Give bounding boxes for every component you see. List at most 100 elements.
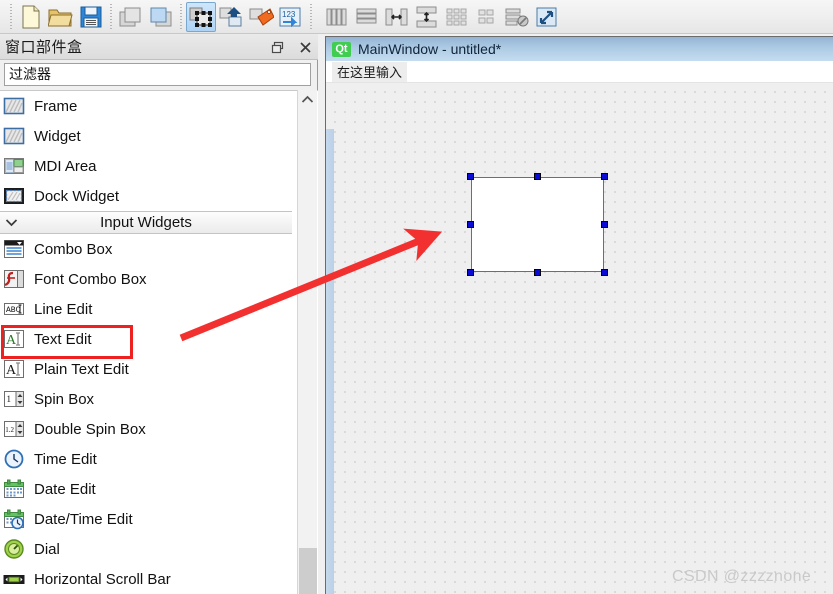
mdi-area-icon xyxy=(4,158,24,174)
scrollbar-thumb[interactable] xyxy=(299,548,317,594)
list-item-label: Combo Box xyxy=(34,240,113,258)
layout-vertical-icon xyxy=(356,8,377,23)
edit-widgets-icon xyxy=(189,7,212,27)
widget-box-dock: 窗口部件盒 过滤器 Frame Widget MDI Area Dock Wid… xyxy=(0,34,318,594)
list-item-plain-text-edit[interactable]: A Plain Text Edit xyxy=(0,354,296,384)
horizontal-scroll-bar-icon xyxy=(3,575,25,584)
list-item-text-edit[interactable]: A Text Edit xyxy=(0,324,296,359)
float-restore-button[interactable] xyxy=(268,38,286,56)
combo-box-icon xyxy=(4,240,24,258)
layout-splitter-v-button[interactable] xyxy=(412,2,442,32)
adjust-size-button[interactable] xyxy=(532,2,562,32)
list-item-dial[interactable]: Dial xyxy=(0,534,296,564)
redo-button[interactable] xyxy=(146,2,176,32)
section-title: Input Widgets xyxy=(100,214,192,231)
frame-icon xyxy=(3,97,25,115)
edit-tab-order-button[interactable]: 123 xyxy=(276,2,306,32)
layout-grid-button[interactable] xyxy=(472,2,502,32)
list-item-label: Double Spin Box xyxy=(34,420,146,438)
save-disk-icon xyxy=(80,6,102,27)
list-item-horizontal-scroll-bar[interactable]: Horizontal Scroll Bar xyxy=(0,564,296,594)
splitter-horizontal-icon xyxy=(385,8,408,25)
list-item-label: Text Edit xyxy=(34,330,92,348)
list-item-dock-widget[interactable]: Dock Widget xyxy=(0,181,296,211)
menu-type-here-placeholder[interactable]: 在这里输入 xyxy=(332,61,408,82)
form-menubar[interactable]: 在这里输入 xyxy=(326,61,833,83)
redo-stack-icon xyxy=(150,7,172,26)
undo-button[interactable] xyxy=(116,2,146,32)
list-item-label: Dock Widget xyxy=(34,187,120,205)
spin-box-icon: 1 xyxy=(4,391,24,407)
selected-text-edit-widget[interactable] xyxy=(467,173,608,276)
layout-horizontally-button[interactable] xyxy=(322,2,352,32)
layout-form-button[interactable] xyxy=(442,2,472,32)
float-restore-icon xyxy=(271,41,283,53)
layout-splitter-h-button[interactable] xyxy=(382,2,412,32)
list-item-label: Line Edit xyxy=(34,300,93,318)
new-file-button[interactable] xyxy=(16,2,46,32)
list-item-line-edit[interactable]: ABC Line Edit xyxy=(0,294,296,324)
resize-handle-middle-right[interactable] xyxy=(601,221,608,228)
list-item-double-spin-box[interactable]: 1.2 Double Spin Box xyxy=(0,414,296,444)
widget-list-inner: Frame Widget MDI Area Dock Widget Input … xyxy=(0,91,296,594)
widget-box-titlebar: 窗口部件盒 xyxy=(0,34,318,60)
edit-widgets-button[interactable] xyxy=(186,1,216,32)
resize-handle-bottom-right[interactable] xyxy=(601,269,608,276)
filter-input[interactable]: 过滤器 xyxy=(4,63,311,86)
svg-text:123: 123 xyxy=(282,10,296,19)
list-item-label: Date/Time Edit xyxy=(34,510,133,528)
list-item-label: Date Edit xyxy=(34,480,96,498)
svg-text:A: A xyxy=(6,363,17,378)
form-canvas[interactable] xyxy=(326,83,833,594)
layout-form-icon xyxy=(446,8,467,25)
section-header-input-widgets[interactable]: Input Widgets xyxy=(0,211,292,234)
resize-handle-top-right[interactable] xyxy=(601,173,608,180)
save-file-button[interactable] xyxy=(76,2,106,32)
break-layout-button[interactable] xyxy=(502,2,532,32)
list-item-label: Font Combo Box xyxy=(34,270,147,288)
toolbar-separator xyxy=(110,3,112,30)
svg-text:A: A xyxy=(6,333,17,348)
resize-handle-bottom-center[interactable] xyxy=(534,269,541,276)
edit-buddies-button[interactable] xyxy=(246,2,276,32)
list-item-label: Spin Box xyxy=(34,390,95,408)
chevron-up-icon xyxy=(301,95,314,103)
list-item-label: Dial xyxy=(34,540,60,558)
list-item-frame[interactable]: Frame xyxy=(0,91,296,121)
list-item-combo-box[interactable]: Combo Box xyxy=(0,234,296,264)
resize-handle-top-left[interactable] xyxy=(467,173,474,180)
svg-text:1: 1 xyxy=(7,394,12,404)
text-edit-icon: A xyxy=(4,330,24,348)
open-file-button[interactable] xyxy=(46,2,76,32)
form-window: Qt MainWindow - untitled* 在这里输入 xyxy=(325,36,833,594)
list-item-widget[interactable]: Widget xyxy=(0,121,296,151)
date-edit-icon xyxy=(4,479,24,498)
edit-signals-slots-button[interactable] xyxy=(216,2,246,32)
list-item-date-time-edit[interactable]: Date/Time Edit xyxy=(0,504,296,534)
list-item-time-edit[interactable]: Time Edit xyxy=(0,444,296,474)
scroll-up-button[interactable] xyxy=(298,90,317,108)
filter-row: 过滤器 xyxy=(0,60,317,88)
line-edit-icon: ABC xyxy=(4,303,24,315)
resize-handle-middle-left[interactable] xyxy=(467,221,474,228)
list-item-mdi-area[interactable]: MDI Area xyxy=(0,151,296,181)
tab-order-123-icon: 123 xyxy=(279,7,301,27)
list-item-font-combo-box[interactable]: Font Combo Box xyxy=(0,264,296,294)
toolbar-separator xyxy=(180,3,182,30)
resize-handle-top-center[interactable] xyxy=(534,173,541,180)
widget-list-scrollbar[interactable] xyxy=(297,90,317,594)
list-item-label: Plain Text Edit xyxy=(34,360,129,378)
date-time-edit-icon xyxy=(4,509,24,530)
widget-list[interactable]: Frame Widget MDI Area Dock Widget Input … xyxy=(0,90,318,594)
resize-handle-bottom-left[interactable] xyxy=(467,269,474,276)
widget-box-title-buttons xyxy=(268,34,314,60)
layout-grid-icon xyxy=(478,9,494,23)
undo-stack-icon xyxy=(119,7,141,26)
list-item-label: Frame xyxy=(34,97,78,115)
buddies-tag-icon xyxy=(249,7,274,26)
layout-vertically-button[interactable] xyxy=(352,2,382,32)
widget-box-title: 窗口部件盒 xyxy=(5,39,83,56)
close-button[interactable] xyxy=(296,38,314,56)
list-item-spin-box[interactable]: 1 Spin Box xyxy=(0,384,296,414)
list-item-date-edit[interactable]: Date Edit xyxy=(0,474,296,504)
